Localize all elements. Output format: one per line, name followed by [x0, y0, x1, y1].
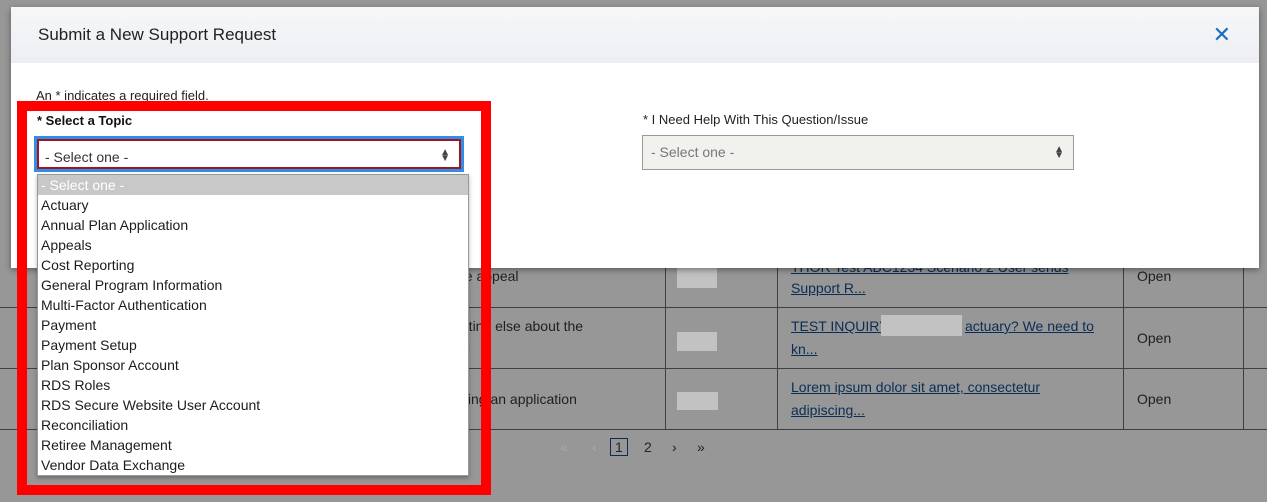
modal-header: Submit a New Support Request ✕ — [11, 7, 1259, 63]
topic-option[interactable]: Actuary — [38, 195, 468, 215]
status-cell: Open — [1137, 330, 1172, 346]
modal-title: Submit a New Support Request — [38, 25, 277, 44]
topic-option[interactable]: - Select one - — [38, 175, 468, 195]
topic-option[interactable]: Cost Reporting — [38, 255, 468, 275]
issue-select[interactable]: - Select one - ▲ ▼ — [642, 135, 1074, 170]
first-page-button[interactable]: « — [560, 439, 568, 455]
ticket-link[interactable]: Support R... — [791, 277, 866, 300]
topic-option[interactable]: Multi-Factor Authentication — [38, 295, 468, 315]
ticket-link[interactable]: kn... — [791, 338, 817, 361]
topic-option[interactable]: Payment — [38, 315, 468, 335]
topic-option[interactable]: Reconciliation — [38, 415, 468, 435]
topic-option[interactable]: RDS Roles — [38, 375, 468, 395]
topic-select[interactable]: - Select one - ▲ ▼ — [34, 136, 464, 172]
table-cell: etting else about the — [457, 318, 584, 334]
prev-page-button[interactable]: ‹ — [592, 439, 597, 455]
topic-option[interactable]: Appeals — [38, 235, 468, 255]
page-1-button[interactable]: 1 — [610, 438, 628, 456]
sort-arrows-icon: ▲ ▼ — [1054, 144, 1064, 161]
topic-option[interactable]: RDS Secure Website User Account — [38, 395, 468, 415]
topic-dropdown-list: - Select one - Actuary Annual Plan Applica… — [37, 174, 469, 476]
required-note: An * indicates a required field. — [36, 88, 209, 103]
ticket-link[interactable]: TEST INQUIRY — [791, 315, 889, 338]
topic-option[interactable]: Retiree Management — [38, 435, 468, 455]
issue-select-value: - Select one - — [651, 144, 735, 160]
topic-select-value: - Select one - — [45, 149, 129, 165]
topic-option[interactable]: Payment Setup — [38, 335, 468, 355]
status-cell: Open — [1137, 391, 1172, 407]
topic-option[interactable]: Annual Plan Application — [38, 215, 468, 235]
topic-label: * Select a Topic — [37, 113, 133, 128]
ticket-link[interactable]: Lorem ipsum dolor sit amet, consectetur — [791, 376, 1040, 399]
issue-label: * I Need Help With This Question/Issue — [643, 112, 869, 127]
ticket-link[interactable]: adipiscing... — [791, 399, 865, 422]
topic-option[interactable]: General Program Information — [38, 275, 468, 295]
status-cell: Open — [1137, 268, 1172, 284]
next-page-button[interactable]: › — [672, 439, 677, 455]
page-2-button[interactable]: 2 — [644, 439, 652, 455]
table-cell: sting an application — [457, 391, 577, 407]
topic-option[interactable]: Plan Sponsor Account — [38, 355, 468, 375]
close-icon[interactable]: ✕ — [1213, 22, 1231, 48]
ticket-link[interactable]: actuary? We need to — [965, 315, 1094, 338]
topic-option[interactable]: Vendor Data Exchange — [38, 455, 468, 475]
last-page-button[interactable]: » — [697, 439, 705, 455]
sort-arrows-icon: ▲ ▼ — [440, 147, 450, 164]
